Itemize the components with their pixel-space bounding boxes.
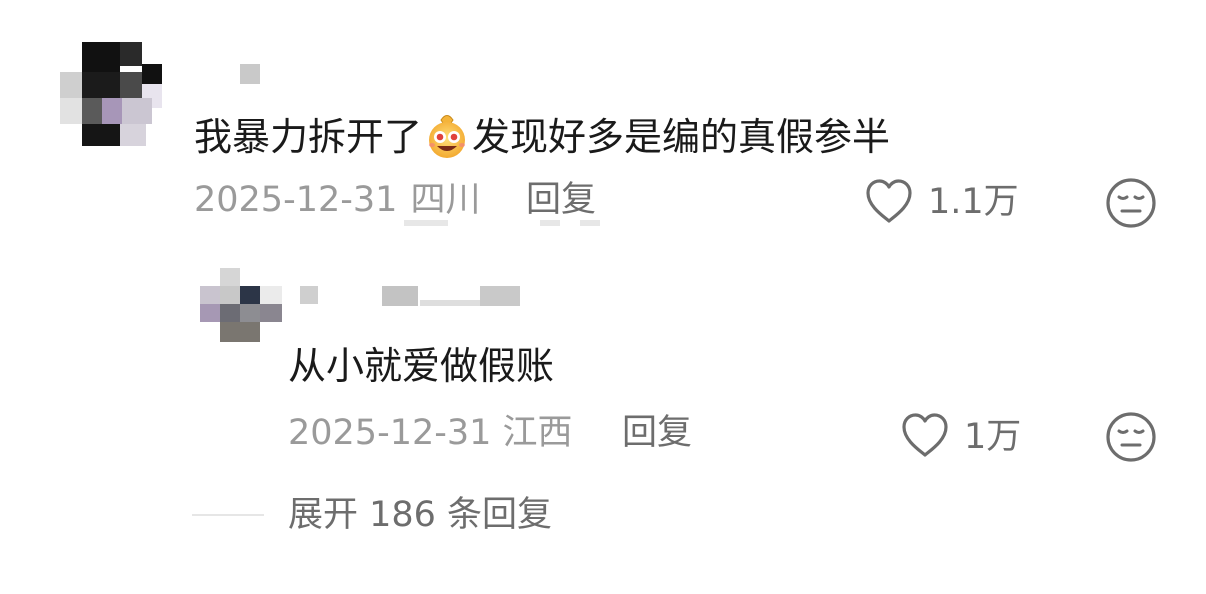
reply-like-count: 1万 (964, 417, 1022, 457)
heart-outline-icon[interactable] (898, 410, 952, 460)
meh-face-icon[interactable] (1104, 176, 1158, 230)
avatar[interactable] (60, 42, 162, 146)
expand-divider (192, 514, 264, 516)
expand-replies-button[interactable]: 展开 186 条回复 (288, 498, 552, 533)
comment-meta: 2025-12-31 四川 (194, 183, 481, 218)
comment-text: 我暴力拆开了 发现好多是编的真假参半 (194, 112, 890, 158)
reply-button[interactable]: 回复 (526, 183, 596, 218)
reply-meta: 2025-12-31 江西 (288, 416, 573, 451)
heart-outline-icon[interactable] (862, 176, 916, 226)
like-count: 1.1万 (928, 182, 1019, 222)
reply-location: 江西 (502, 413, 573, 453)
blurred-fragment (540, 220, 560, 226)
reply-text: 从小就爱做假账 (288, 344, 555, 388)
grinning-money-bag-emoji (429, 115, 466, 158)
comment-date: 2025-12-31 (194, 180, 398, 220)
username-blurred[interactable] (240, 64, 270, 86)
meh-face-icon[interactable] (1104, 410, 1158, 464)
reply-avatar[interactable] (200, 268, 282, 342)
comment-location: 四川 (410, 180, 481, 220)
reply-username-blurred[interactable] (300, 286, 540, 310)
reply-reply-button[interactable]: 回复 (622, 416, 692, 451)
blurred-fragment (580, 220, 600, 226)
blurred-fragment (404, 220, 448, 226)
reply-date: 2025-12-31 (288, 413, 492, 453)
